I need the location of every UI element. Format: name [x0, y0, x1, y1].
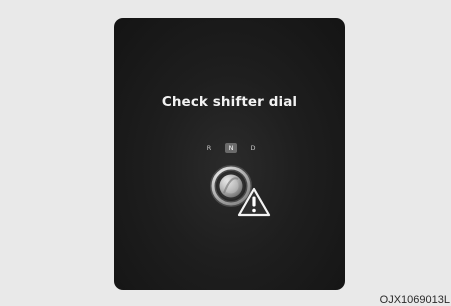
figure-code: OJX1069013L [379, 294, 450, 306]
cluster-display-panel: Check shifter dial R N D [114, 18, 345, 290]
gear-r-indicator: R [206, 144, 212, 152]
gear-n-indicator: N [225, 143, 237, 153]
warning-message: Check shifter dial [161, 94, 298, 110]
gear-d-indicator: D [250, 144, 256, 152]
page: Check shifter dial R N D OJX1069013L [0, 0, 451, 306]
gear-indicators: R N D [203, 142, 259, 154]
warning-triangle-icon [237, 187, 271, 217]
